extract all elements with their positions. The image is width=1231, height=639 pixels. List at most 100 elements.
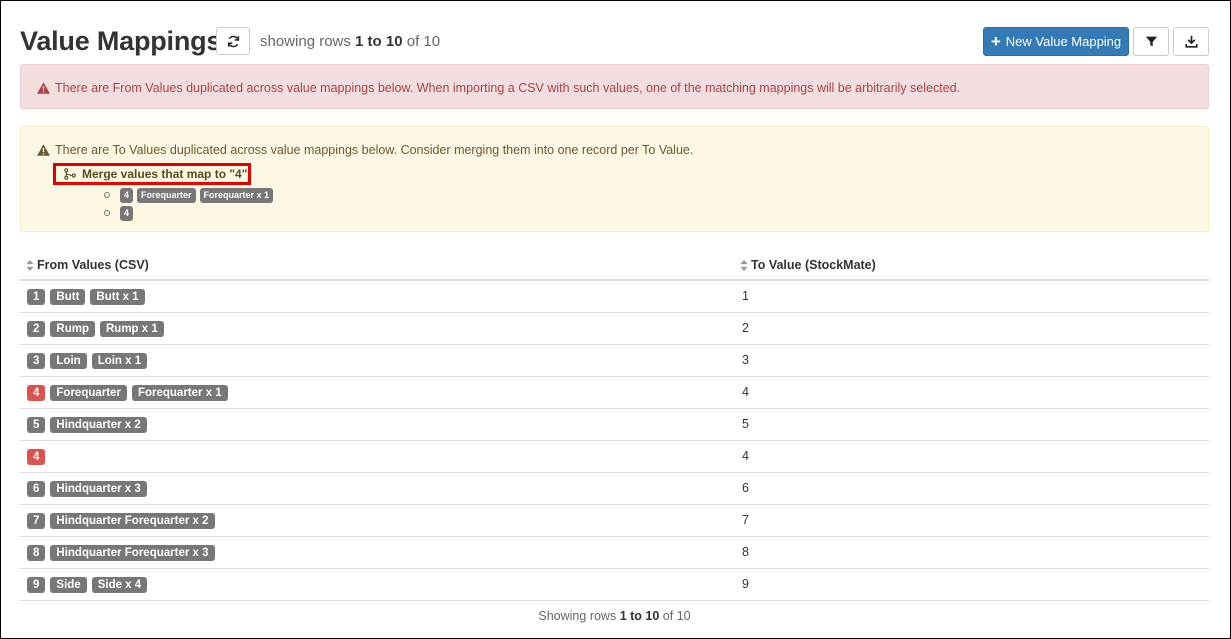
refresh-button[interactable] (216, 27, 250, 55)
table-header: From Values (CSV) To Value (StockMate) (20, 248, 1209, 281)
value-label: Forequarter x 1 (131, 385, 228, 401)
merge-link-label: Merge values that map to "4" (82, 167, 248, 181)
value-label: Butt (50, 289, 86, 305)
filter-icon (1145, 36, 1157, 47)
value-label: Side x 4 (91, 577, 148, 593)
to-value-cell: 7 (742, 513, 749, 527)
value-label: Hindquarter Forequarter x 2 (50, 513, 215, 529)
column-header-label: To Value (StockMate) (751, 258, 876, 272)
table-footer-info: Showing rows 1 to 10 of 10 (20, 609, 1209, 623)
table-row: 8 Hindquarter Forequarter x 38 (20, 537, 1209, 569)
code-label: 2 (27, 321, 46, 337)
filter-button[interactable] (1133, 27, 1169, 56)
page-content: Value Mappings showing rows 1 to 10 of 1… (20, 0, 1209, 623)
value-label: Loin x 1 (91, 353, 148, 369)
sort-icon (26, 259, 34, 271)
code-label: 8 (27, 545, 46, 561)
to-value-cell: 4 (742, 385, 749, 399)
value-label: Hindquarter Forequarter x 3 (50, 545, 215, 561)
code-label: 9 (27, 577, 46, 593)
table-body: 1 Butt Butt x 1 1 2 Rump Rump x 1 2 3 Loin Loin x … (20, 281, 1209, 601)
from-values-cell: 5 Hindquarter x 2 (27, 417, 147, 433)
refresh-icon (227, 35, 239, 47)
value-label: Side (50, 577, 87, 593)
table-row: 7 Hindquarter Forequarter x 27 (20, 505, 1209, 537)
rows-info: showing rows 1 to 10 of 10 (260, 33, 440, 50)
value-label: Hindquarter x 3 (50, 481, 147, 497)
table-row: 1 Butt Butt x 11 (20, 281, 1209, 313)
download-button[interactable] (1173, 27, 1209, 56)
plus-icon: + (990, 32, 1001, 51)
value-label: Rump (50, 321, 95, 337)
table-row: 4 Forequarter Forequarter x 14 (20, 377, 1209, 409)
merge-icon (64, 168, 76, 180)
code-label: 4 (27, 449, 46, 465)
warning-alert-text: There are To Values duplicated across va… (55, 143, 694, 157)
table-row: 5 Hindquarter x 25 (20, 409, 1209, 441)
list-item: 4 Forequarter Forequarter x 1 (104, 186, 274, 204)
from-values-cell: 6 Hindquarter x 3 (27, 481, 147, 497)
page-header: Value Mappings showing rows 1 to 10 of 1… (20, 0, 1209, 62)
page-title: Value Mappings (20, 26, 222, 56)
footer-prefix: Showing rows (538, 609, 617, 623)
code-label: 1 (27, 289, 46, 305)
duplicate-to-values-alert: There are To Values duplicated across va… (20, 126, 1209, 232)
table-row: 6 Hindquarter x 36 (20, 473, 1209, 505)
to-value-cell: 8 (742, 545, 749, 559)
download-icon (1184, 35, 1198, 48)
to-value-cell: 3 (742, 353, 749, 367)
from-values-cell: 4 (27, 449, 46, 465)
code-label: 6 (27, 481, 46, 497)
warning-icon (37, 82, 50, 94)
duplicate-from-values-alert: There are From Values duplicated across … (20, 64, 1209, 109)
column-header-to-value[interactable]: To Value (StockMate) (740, 258, 876, 272)
value-mappings-table: From Values (CSV) To Value (StockMate) 1… (20, 248, 1209, 601)
value-label: Butt x 1 (90, 289, 145, 305)
new-button-label: New Value Mapping (1005, 34, 1122, 49)
new-value-mapping-button[interactable]: + New Value Mapping (983, 27, 1129, 56)
code-label: 7 (27, 513, 46, 529)
table-row: 3 Loin Loin x 13 (20, 345, 1209, 377)
to-value-cell: 2 (742, 321, 749, 335)
bullet-icon (104, 192, 110, 198)
column-header-label: From Values (CSV) (37, 258, 149, 272)
merge-values-link[interactable]: Merge values that map to "4" (53, 163, 251, 185)
from-values-cell: 4 Forequarter Forequarter x 1 (27, 385, 228, 401)
code-label: 4 (27, 385, 46, 401)
code-label: 5 (27, 417, 46, 433)
from-values-cell: 7 Hindquarter Forequarter x 2 (27, 513, 215, 529)
from-values-cell: 1 Butt Butt x 1 (27, 289, 145, 305)
table-row: 2 Rump Rump x 12 (20, 313, 1209, 345)
column-header-from-values[interactable]: From Values (CSV) (26, 258, 149, 272)
value-label: Loin (50, 353, 87, 369)
from-values-cell: 9 Side Side x 4 (27, 577, 148, 593)
to-value-cell: 4 (742, 449, 749, 463)
to-value-cell: 9 (742, 577, 749, 591)
value-label: Forequarter x 1 (199, 187, 274, 203)
to-value-cell: 6 (742, 481, 749, 495)
table-row: 44 (20, 441, 1209, 473)
rows-total: of 10 (406, 33, 441, 50)
from-values-cell: 2 Rump Rump x 1 (27, 321, 164, 337)
footer-total: of 10 (662, 609, 691, 623)
sort-icon (740, 259, 748, 271)
value-label: Forequarter (50, 385, 127, 401)
rows-prefix: showing rows (260, 33, 351, 50)
to-value-cell: 5 (742, 417, 749, 431)
from-values-cell: 8 Hindquarter Forequarter x 3 (27, 545, 215, 561)
table-row: 9 Side Side x 49 (20, 569, 1209, 601)
value-label: 4 (120, 205, 134, 221)
bullet-icon (104, 210, 110, 216)
merge-sub-list: 4 Forequarter Forequarter x 1 4 (104, 186, 274, 222)
rows-range: 1 to 10 (355, 33, 403, 50)
value-label: 4 (120, 187, 134, 203)
value-label: Hindquarter x 2 (50, 417, 147, 433)
warning-icon (37, 144, 50, 156)
value-label: Rump x 1 (100, 321, 164, 337)
from-values-cell: 3 Loin Loin x 1 (27, 353, 148, 369)
danger-alert-text: There are From Values duplicated across … (55, 81, 961, 95)
warning-alert-line: There are To Values duplicated across va… (37, 143, 693, 157)
list-item: 4 (104, 204, 273, 222)
code-label: 3 (27, 353, 46, 369)
footer-range: 1 to 10 (619, 609, 660, 623)
